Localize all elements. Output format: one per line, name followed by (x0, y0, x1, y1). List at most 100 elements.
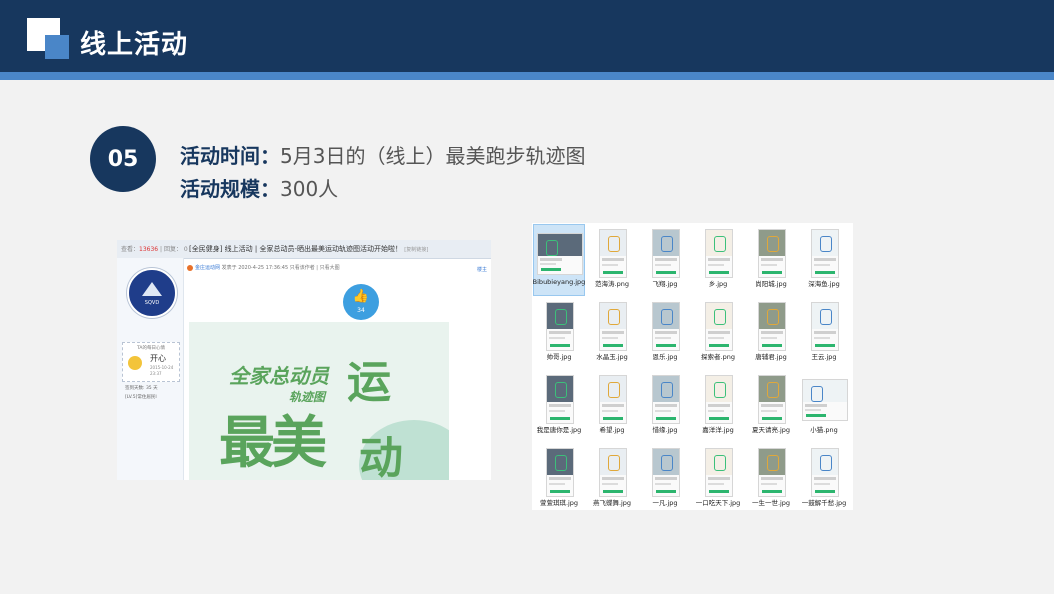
file-item[interactable]: 一鼓解千愁.jpg (799, 444, 849, 510)
header-stripe (0, 72, 1054, 80)
thumbs-up-icon: 👍 (352, 289, 370, 304)
file-item[interactable]: 恩乐.jpg (640, 298, 690, 368)
file-name: 希望.jpg (599, 426, 625, 434)
file-name: 小猫.png (810, 426, 838, 434)
file-explorer-screenshot: Bibubieyang.jpg 范海涛.png 飞翔.jpg 乡.jpg 尚阳城.jpg… (532, 223, 853, 510)
file-item[interactable]: 范海涛.png (587, 225, 637, 295)
section-number: 05 (90, 126, 156, 192)
image-thumbnail (758, 375, 786, 424)
file-name: 探索者.png (701, 353, 735, 361)
file-item[interactable]: 水晶玉.jpg (587, 298, 637, 368)
image-thumbnail (652, 302, 680, 351)
image-thumbnail (758, 448, 786, 497)
file-name: 恩乐.jpg (652, 353, 678, 361)
image-thumbnail (652, 375, 680, 424)
thread-stats: 查看：13636 | 回复： 0 (121, 246, 188, 253)
file-item[interactable]: 深海鱼.jpg (799, 225, 849, 295)
file-item[interactable]: 一凡.jpg (640, 444, 690, 510)
file-item[interactable]: 萱萱琪琪.jpg (534, 444, 584, 510)
image-thumbnail (705, 448, 733, 497)
image-thumbnail (599, 229, 627, 278)
smiley-icon (128, 356, 142, 370)
forum-screenshot: 查看：13636 | 回复： 0 [全民健身] 线上活动 | 全家总动员-晒出最… (117, 240, 491, 480)
image-thumbnail (652, 448, 680, 497)
file-name: 尚阳城.jpg (755, 280, 787, 288)
file-name: 深海鱼.jpg (808, 280, 840, 288)
file-item[interactable]: 嘉洋洋.jpg (693, 371, 743, 441)
activity-scale: 活动规模：300人 (180, 173, 338, 202)
author-icon (187, 264, 193, 271)
file-name: 一口吃天下.jpg (695, 499, 741, 507)
file-name: 燕飞蝶舞.jpg (592, 499, 632, 507)
file-item[interactable]: 夏天请亮.jpg (746, 371, 796, 441)
file-item[interactable]: 我是唐你是.jpg (534, 371, 584, 441)
post-meta-bar: 金庄运动网 发表于 2020-4-25 17:36:45 只看该作者 | 只看大… (187, 264, 487, 274)
floor-link[interactable]: 楼主 (477, 266, 487, 273)
file-item[interactable]: 乡.jpg (693, 225, 743, 295)
activity-time-value: 5月3日的（线上）最美跑步轨迹图 (280, 144, 586, 168)
post-actions[interactable]: 只看该作者 | 只看大图 (290, 265, 340, 271)
page-title: 线上活动 (80, 30, 189, 60)
forum-topbar: 查看：13636 | 回复： 0 [全民健身] 线上活动 | 全家总动员-晒出最… (117, 240, 491, 259)
logo-square-blue (45, 35, 69, 59)
image-thumbnail (652, 229, 680, 278)
image-thumbnail (811, 448, 839, 497)
like-button[interactable]: 👍 34 (343, 284, 379, 320)
file-name: 我是唐你是.jpg (536, 426, 582, 434)
image-thumbnail (546, 375, 574, 424)
file-item[interactable]: 唐辅君.jpg (746, 298, 796, 368)
event-banner: 全家总动员 轨迹图 运 最美 动 (189, 322, 449, 480)
image-thumbnail (811, 229, 839, 278)
file-item[interactable]: 小猫.png (799, 371, 849, 441)
file-name: 萱萱琪琪.jpg (539, 499, 579, 507)
mood-box: TA的每日心情 开心 2015-10-24 23:37 (122, 342, 180, 382)
file-item[interactable]: Bibubieyang.jpg (533, 224, 585, 296)
file-name: 一生一世.jpg (751, 499, 791, 507)
image-thumbnail (546, 448, 574, 497)
file-name: 水晶玉.jpg (596, 353, 628, 361)
file-name: 帅哥.jpg (546, 353, 572, 361)
thread-title[interactable]: [全民健身] 线上活动 | 全家总动员-晒出最美运动轨迹图活动开始啦！ [复制链… (189, 244, 428, 254)
author-link[interactable]: 金庄运动网 (195, 265, 220, 271)
image-thumbnail (599, 302, 627, 351)
image-thumbnail (802, 379, 848, 421)
file-item[interactable]: 王云.jpg (799, 298, 849, 368)
author-sidebar: SQVD TA的每日心情 开心 2015-10-24 23:37 签到天数: 3… (117, 258, 184, 480)
file-item[interactable]: 飞翔.jpg (640, 225, 690, 295)
image-thumbnail (758, 229, 786, 278)
avatar[interactable]: SQVD (127, 268, 177, 318)
image-thumbnail (758, 302, 786, 351)
activity-scale-value: 300人 (280, 177, 339, 201)
image-thumbnail (705, 375, 733, 424)
file-name: 唐辅君.jpg (755, 353, 787, 361)
file-name: 嘉洋洋.jpg (702, 426, 734, 434)
file-item[interactable]: 希望.jpg (587, 371, 637, 441)
author-meta: 签到天数: 35 天 [LV.5]常住居民I (125, 386, 158, 400)
file-name: 飞翔.jpg (652, 280, 678, 288)
file-name: 惜缘.jpg (652, 426, 678, 434)
file-item[interactable]: 惜缘.jpg (640, 371, 690, 441)
mountain-icon (142, 282, 162, 296)
file-name: 范海涛.png (595, 280, 629, 288)
image-thumbnail (705, 302, 733, 351)
image-thumbnail (705, 229, 733, 278)
file-item[interactable]: 一生一世.jpg (746, 444, 796, 510)
activity-scale-label: 活动规模： (180, 177, 280, 201)
image-thumbnail (811, 302, 839, 351)
image-thumbnail (546, 302, 574, 351)
file-item[interactable]: 燕飞蝶舞.jpg (587, 444, 637, 510)
image-thumbnail (537, 233, 583, 275)
image-thumbnail (599, 375, 627, 424)
file-item[interactable]: 帅哥.jpg (534, 298, 584, 368)
file-name: 一鼓解千愁.jpg (801, 499, 847, 507)
file-name: 一凡.jpg (652, 499, 678, 507)
file-name: 夏天请亮.jpg (751, 426, 791, 434)
like-count: 34 (357, 307, 365, 314)
activity-time: 活动时间：5月3日的（线上）最美跑步轨迹图 (180, 140, 585, 169)
file-item[interactable]: 一口吃天下.jpg (693, 444, 743, 510)
file-item[interactable]: 尚阳城.jpg (746, 225, 796, 295)
file-name: 王云.jpg (811, 353, 837, 361)
file-item[interactable]: 探索者.png (693, 298, 743, 368)
file-name: Bibubieyang.jpg (532, 278, 586, 286)
activity-time-label: 活动时间： (180, 144, 280, 168)
